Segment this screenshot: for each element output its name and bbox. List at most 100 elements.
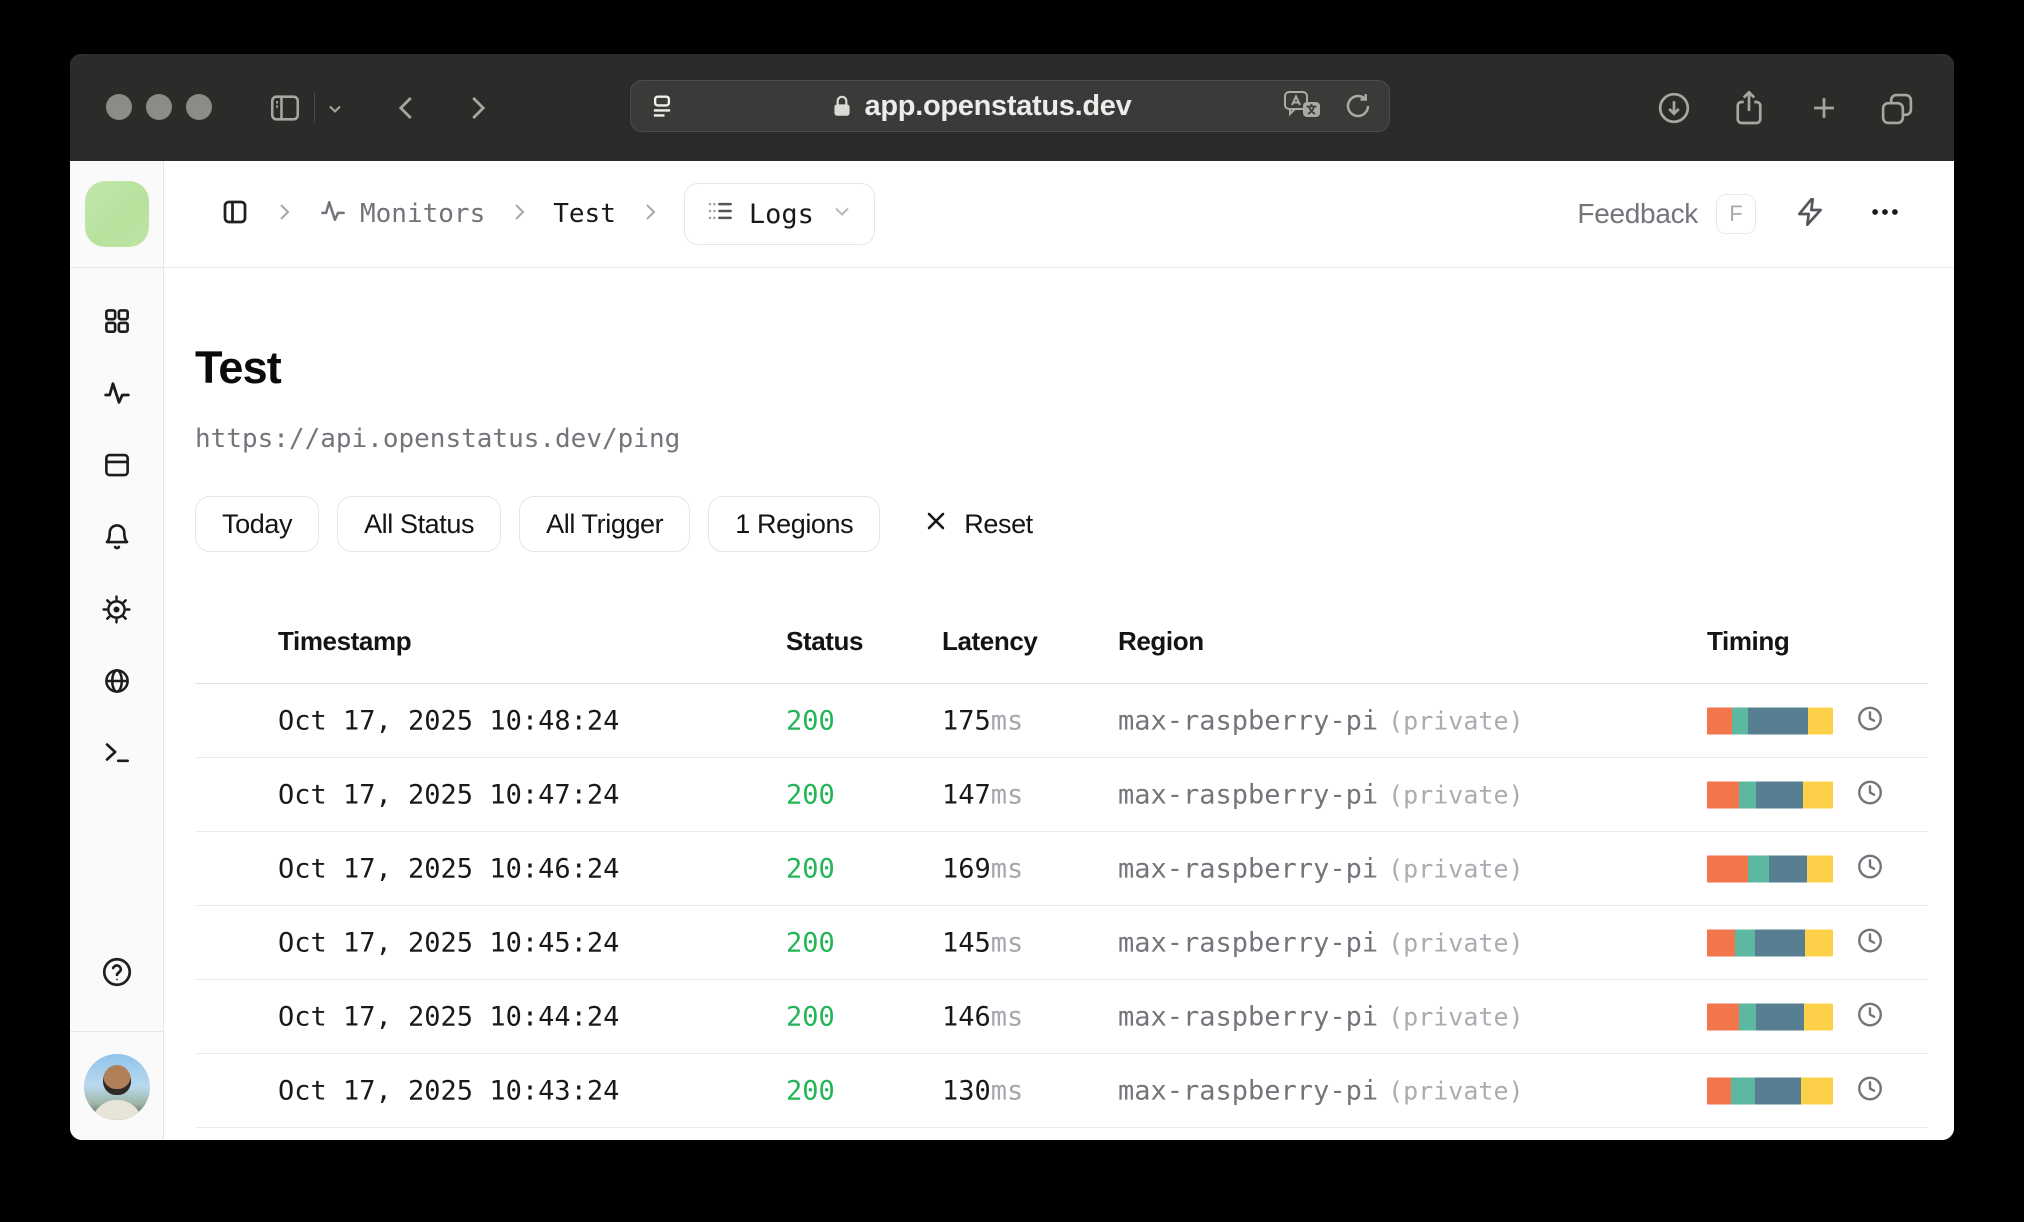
chevron-right-icon: [507, 200, 531, 229]
chevron-down-icon[interactable]: [324, 99, 346, 119]
timing-segment: [1800, 1077, 1833, 1104]
terminal-icon[interactable]: [102, 737, 132, 767]
row-status: 200: [786, 1001, 835, 1032]
clock-icon[interactable]: [1855, 851, 1885, 886]
timing-segment: [1748, 707, 1808, 734]
chevron-right-icon: [272, 200, 296, 229]
globe-icon[interactable]: [102, 666, 132, 696]
breadcrumb: Monitors Test Logs: [220, 183, 875, 245]
workspace-logo-wrap: [70, 161, 163, 268]
row-timestamp: Oct 17, 2025 10:44:24: [278, 1001, 620, 1032]
workspace-logo[interactable]: [84, 181, 149, 247]
clock-icon[interactable]: [1855, 703, 1885, 738]
row-timestamp: Oct 17, 2025 10:45:24: [278, 927, 620, 958]
close-icon: [922, 507, 950, 542]
view-switcher[interactable]: Logs: [683, 183, 875, 245]
timing-bar: [1707, 1077, 1833, 1104]
timing-bar: [1707, 855, 1833, 882]
table-row[interactable]: Oct 17, 2025 10:48:24 200 175ms max-rasp…: [195, 684, 1928, 758]
table-row[interactable]: Oct 17, 2025 10:47:24 200 147ms max-rasp…: [195, 758, 1928, 832]
timing-segment: [1707, 781, 1739, 808]
breadcrumb-test[interactable]: Test: [553, 199, 616, 229]
timing-bar: [1707, 781, 1833, 808]
reader-icon[interactable]: [647, 91, 677, 121]
lock-icon: [829, 92, 855, 120]
sidebar-toggle-icon[interactable]: [268, 91, 302, 125]
col-timing: Timing: [1707, 626, 1790, 656]
row-timestamp: Oct 17, 2025 10:46:24: [278, 853, 620, 884]
table-row[interactable]: Oct 17, 2025 10:45:24 200 145ms max-rasp…: [195, 906, 1928, 980]
page-title: Test: [195, 342, 282, 393]
clock-icon[interactable]: [1855, 925, 1885, 960]
toolbar-divider: [314, 92, 315, 122]
row-status: 200: [786, 927, 835, 958]
feedback-shortcut-badge: F: [1716, 194, 1756, 234]
breadcrumb-monitors-label: Monitors: [360, 199, 486, 229]
log-rows: Oct 17, 2025 10:48:24 200 175ms max-rasp…: [195, 684, 1928, 1128]
sidebar-divider: [70, 1031, 163, 1032]
main-content: Test https://api.openstatus.dev/ping Tod…: [164, 268, 1954, 1140]
timing-segment: [1755, 781, 1803, 808]
clock-icon[interactable]: [1855, 1073, 1885, 1108]
gear-icon[interactable]: [101, 594, 132, 625]
table-row[interactable]: Oct 17, 2025 10:44:24 200 146ms max-rasp…: [195, 980, 1928, 1054]
row-status: 200: [786, 1075, 835, 1106]
share-icon[interactable]: [1731, 88, 1767, 128]
timing-segment: [1807, 855, 1833, 882]
timing-segment: [1808, 707, 1833, 734]
row-timestamp: Oct 17, 2025 10:47:24: [278, 779, 620, 810]
timing-segment: [1754, 929, 1805, 956]
filter-period-button[interactable]: Today: [195, 496, 320, 552]
reload-icon[interactable]: [1343, 90, 1373, 122]
clock-icon[interactable]: [1855, 777, 1885, 812]
timing-segment: [1707, 855, 1748, 882]
back-icon[interactable]: [392, 90, 422, 126]
activity-icon[interactable]: [101, 377, 133, 409]
timing-segment: [1802, 781, 1833, 808]
timing-segment: [1735, 929, 1755, 956]
clock-icon[interactable]: [1855, 999, 1885, 1034]
minimize-window-button[interactable]: [146, 94, 172, 120]
timing-segment: [1738, 1003, 1756, 1030]
ellipsis-icon[interactable]: [1868, 195, 1902, 234]
translate-icon[interactable]: [1283, 90, 1325, 122]
panel-left-icon[interactable]: [220, 197, 250, 232]
address-bar[interactable]: app.openstatus.dev: [630, 80, 1390, 132]
monitor-endpoint: https://api.openstatus.dev/ping: [195, 424, 681, 454]
list-icon: [705, 196, 735, 233]
breadcrumb-test-label: Test: [553, 199, 616, 229]
new-tab-icon[interactable]: [1807, 91, 1841, 125]
tabs-icon[interactable]: [1878, 90, 1916, 128]
filter-regions-button[interactable]: 1 Regions: [708, 496, 881, 552]
avatar-face: [102, 1065, 131, 1095]
breadcrumb-monitors[interactable]: Monitors: [318, 196, 485, 233]
zoom-window-button[interactable]: [186, 94, 212, 120]
url-text: app.openstatus.dev: [864, 89, 1132, 122]
log-table: Timestamp Status Latency Region Timing O…: [195, 618, 1928, 1128]
bell-icon[interactable]: [102, 521, 132, 553]
timing-bar: [1707, 707, 1833, 734]
timing-segment: [1769, 855, 1808, 882]
download-icon[interactable]: [1656, 90, 1692, 126]
filter-status-button[interactable]: All Status: [337, 496, 502, 552]
reset-filters-button[interactable]: Reset: [922, 507, 1033, 542]
timing-segment: [1707, 707, 1732, 734]
forward-icon[interactable]: [462, 90, 492, 126]
zap-icon[interactable]: [1794, 196, 1826, 233]
help-icon[interactable]: [100, 955, 134, 994]
activity-icon: [318, 196, 348, 233]
timing-segment: [1804, 929, 1833, 956]
grid-icon[interactable]: [102, 306, 132, 336]
row-status: 200: [786, 779, 835, 810]
user-avatar[interactable]: [83, 1054, 150, 1120]
filter-trigger-button[interactable]: All Trigger: [519, 496, 691, 552]
view-switcher-label: Logs: [748, 198, 814, 230]
table-header: Timestamp Status Latency Region Timing: [195, 618, 1928, 684]
col-status: Status: [786, 626, 864, 656]
close-window-button[interactable]: [106, 94, 132, 120]
panel-top-icon[interactable]: [102, 450, 132, 480]
table-row[interactable]: Oct 17, 2025 10:46:24 200 169ms max-rasp…: [195, 832, 1928, 906]
feedback-button[interactable]: Feedback: [1577, 198, 1698, 230]
table-row[interactable]: Oct 17, 2025 10:43:24 200 130ms max-rasp…: [195, 1054, 1928, 1128]
filter-bar: Today All Status All Trigger 1 Regions R…: [195, 496, 1904, 552]
